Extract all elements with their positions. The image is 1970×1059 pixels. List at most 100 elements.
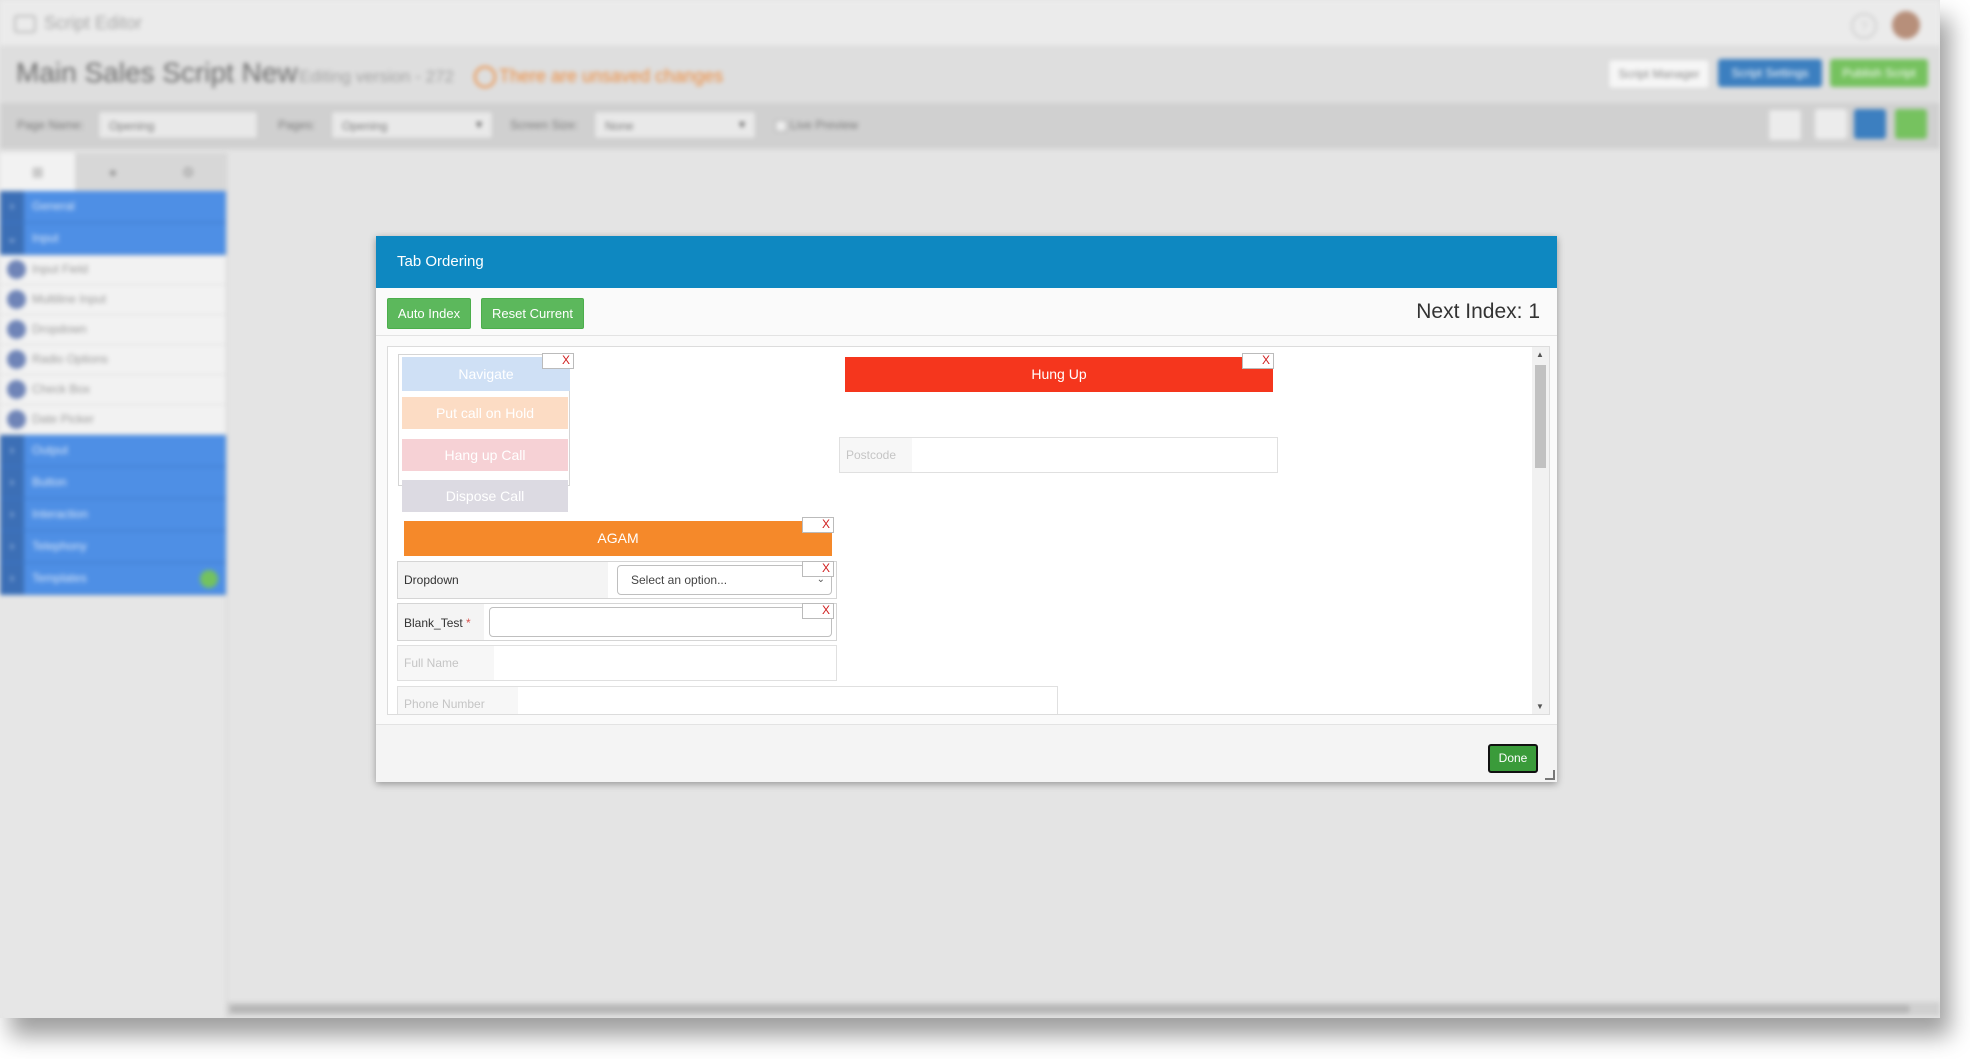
- full-name-field[interactable]: Full Name: [397, 645, 837, 681]
- calendar-icon: [7, 410, 26, 429]
- order-number-box[interactable]: [803, 518, 819, 532]
- dispose-call-button[interactable]: Dispose Call: [402, 480, 568, 512]
- help-icon[interactable]: ?: [1851, 13, 1877, 39]
- dropdown-icon: [7, 320, 26, 339]
- phone-number-field[interactable]: Phone Number: [397, 686, 1058, 714]
- component-sidebar: ⊞ ● ⚙ › General ⌄ Input Input Field Multil…: [0, 153, 227, 1018]
- copy-icon[interactable]: [1854, 109, 1886, 139]
- scrollbar-thumb[interactable]: [1535, 365, 1546, 468]
- sidebar-item-multiline-input[interactable]: Multiline Input: [0, 285, 226, 315]
- reset-current-button[interactable]: Reset Current: [481, 298, 584, 329]
- chevron-right-icon: ›: [0, 191, 24, 222]
- item-label: Check Box: [32, 382, 91, 396]
- app-window: Script Editor ? Main Sales Script New Ed…: [0, 0, 1940, 1018]
- chevron-down-icon: ▼: [474, 120, 484, 131]
- sidebar-item-radio-options[interactable]: Radio Options: [0, 345, 226, 375]
- modal-header: Tab Ordering: [376, 236, 1557, 288]
- pages-select[interactable]: Opening ▼: [331, 111, 493, 139]
- scroll-down-icon[interactable]: ▼: [1536, 702, 1544, 711]
- full-name-label: Full Name: [398, 646, 494, 680]
- close-icon[interactable]: X: [562, 353, 570, 367]
- sidebar-item-check-box[interactable]: Check Box: [0, 375, 226, 405]
- blank-test-input[interactable]: [489, 607, 832, 637]
- resize-handle-icon[interactable]: [1545, 770, 1555, 780]
- live-preview-checkbox[interactable]: [775, 120, 787, 132]
- put-call-on-hold-button[interactable]: Put call on Hold: [402, 397, 568, 429]
- warning-icon: [474, 66, 496, 88]
- required-marker: *: [466, 616, 471, 630]
- hung-up-button[interactable]: Hung Up: [845, 357, 1273, 392]
- tab-layers[interactable]: ●: [75, 153, 150, 191]
- sidebar-category-interaction[interactable]: › Interaction: [0, 499, 226, 531]
- done-button[interactable]: Done: [1488, 744, 1538, 773]
- script-name: Main Sales Script New: [16, 57, 298, 88]
- agam-button[interactable]: AGAM: [404, 521, 832, 556]
- script-manager-button[interactable]: Script Manager: [1608, 59, 1710, 89]
- screen-size-label: Screen Size:: [510, 118, 579, 132]
- remove-order-badge[interactable]: X: [802, 517, 834, 533]
- script-settings-button[interactable]: Script Settings: [1718, 59, 1822, 87]
- close-icon[interactable]: X: [822, 517, 830, 531]
- sidebar-tabs: ⊞ ● ⚙: [0, 153, 226, 191]
- avatar[interactable]: [1892, 11, 1920, 39]
- tab-settings[interactable]: ⚙: [151, 153, 226, 191]
- scroll-up-icon[interactable]: ▲: [1536, 350, 1544, 359]
- category-label: Input: [32, 231, 59, 245]
- hang-up-call-button[interactable]: Hang up Call: [402, 439, 568, 471]
- sidebar-item-dropdown[interactable]: Dropdown: [0, 315, 226, 345]
- dropdown-select[interactable]: Select an option... ⌄: [617, 565, 832, 595]
- sidebar-category-output[interactable]: › Output: [0, 435, 226, 467]
- sidebar-category-telephony[interactable]: › Telephony: [0, 531, 226, 563]
- live-preview-label: Live Preview: [790, 118, 859, 132]
- checkbox-icon: [7, 380, 26, 399]
- script-editor-logo-icon: [14, 15, 36, 33]
- vertical-scrollbar[interactable]: ▲ ▼: [1532, 347, 1549, 714]
- save-icon[interactable]: [1895, 109, 1927, 139]
- unsaved-changes-text: There are unsaved changes: [499, 66, 724, 86]
- item-label: Multiline Input: [32, 292, 107, 306]
- radio-icon: [7, 350, 26, 369]
- chevron-right-icon: ›: [0, 467, 24, 498]
- category-label: Output: [32, 443, 69, 457]
- app-title: Script Editor: [44, 13, 143, 33]
- modal-title: Tab Ordering: [397, 253, 484, 270]
- publish-script-button[interactable]: Publish Script: [1830, 59, 1928, 87]
- sidebar-item-input-field[interactable]: Input Field: [0, 255, 226, 285]
- close-icon[interactable]: X: [822, 603, 830, 617]
- tab-components[interactable]: ⊞: [0, 153, 76, 191]
- order-number-box[interactable]: [803, 562, 819, 576]
- screen-size-select[interactable]: None ▼: [594, 111, 756, 139]
- add-template-icon[interactable]: [200, 570, 218, 588]
- sidebar-item-date-picker[interactable]: Date Picker: [0, 405, 226, 435]
- sidebar-category-input[interactable]: ⌄ Input: [0, 223, 226, 255]
- remove-order-badge[interactable]: X: [802, 603, 834, 619]
- modal-footer: [376, 725, 1557, 782]
- remove-order-badge[interactable]: X: [1242, 353, 1274, 369]
- dropdown-label: Dropdown: [404, 573, 459, 587]
- tab-order-canvas: Navigate X Put call on Hold Hang up Call…: [387, 346, 1550, 715]
- chevron-right-icon: ›: [0, 499, 24, 530]
- item-label: Dropdown: [32, 322, 87, 336]
- document-icon[interactable]: [1815, 109, 1847, 139]
- remove-order-badge[interactable]: X: [542, 353, 574, 369]
- page-toolbar: Page Name: Opening Pages: Opening ▼ Scree…: [0, 103, 1940, 149]
- order-number-box[interactable]: [543, 354, 559, 368]
- chevron-right-icon: ›: [0, 531, 24, 562]
- sidebar-category-general[interactable]: › General: [0, 191, 226, 223]
- page-name-input[interactable]: Opening: [98, 111, 258, 139]
- scrollbar-thumb[interactable]: [230, 1005, 1910, 1013]
- sidebar-category-button[interactable]: › Button: [0, 467, 226, 499]
- item-label: Input Field: [32, 262, 89, 276]
- sidebar-category-templates[interactable]: › Templates: [0, 563, 226, 595]
- order-number-box[interactable]: [1243, 354, 1259, 368]
- postcode-field[interactable]: Postcode: [839, 437, 1278, 473]
- auto-index-button[interactable]: Auto Index: [387, 298, 471, 329]
- close-icon[interactable]: X: [1262, 353, 1270, 367]
- dropdown-placeholder: Select an option...: [631, 573, 728, 587]
- horizontal-scrollbar[interactable]: [226, 1002, 1940, 1016]
- multiline-icon: [7, 290, 26, 309]
- remove-order-badge[interactable]: X: [802, 561, 834, 577]
- close-icon[interactable]: X: [822, 561, 830, 575]
- search-icon[interactable]: [1768, 109, 1802, 141]
- order-number-box[interactable]: [803, 604, 819, 618]
